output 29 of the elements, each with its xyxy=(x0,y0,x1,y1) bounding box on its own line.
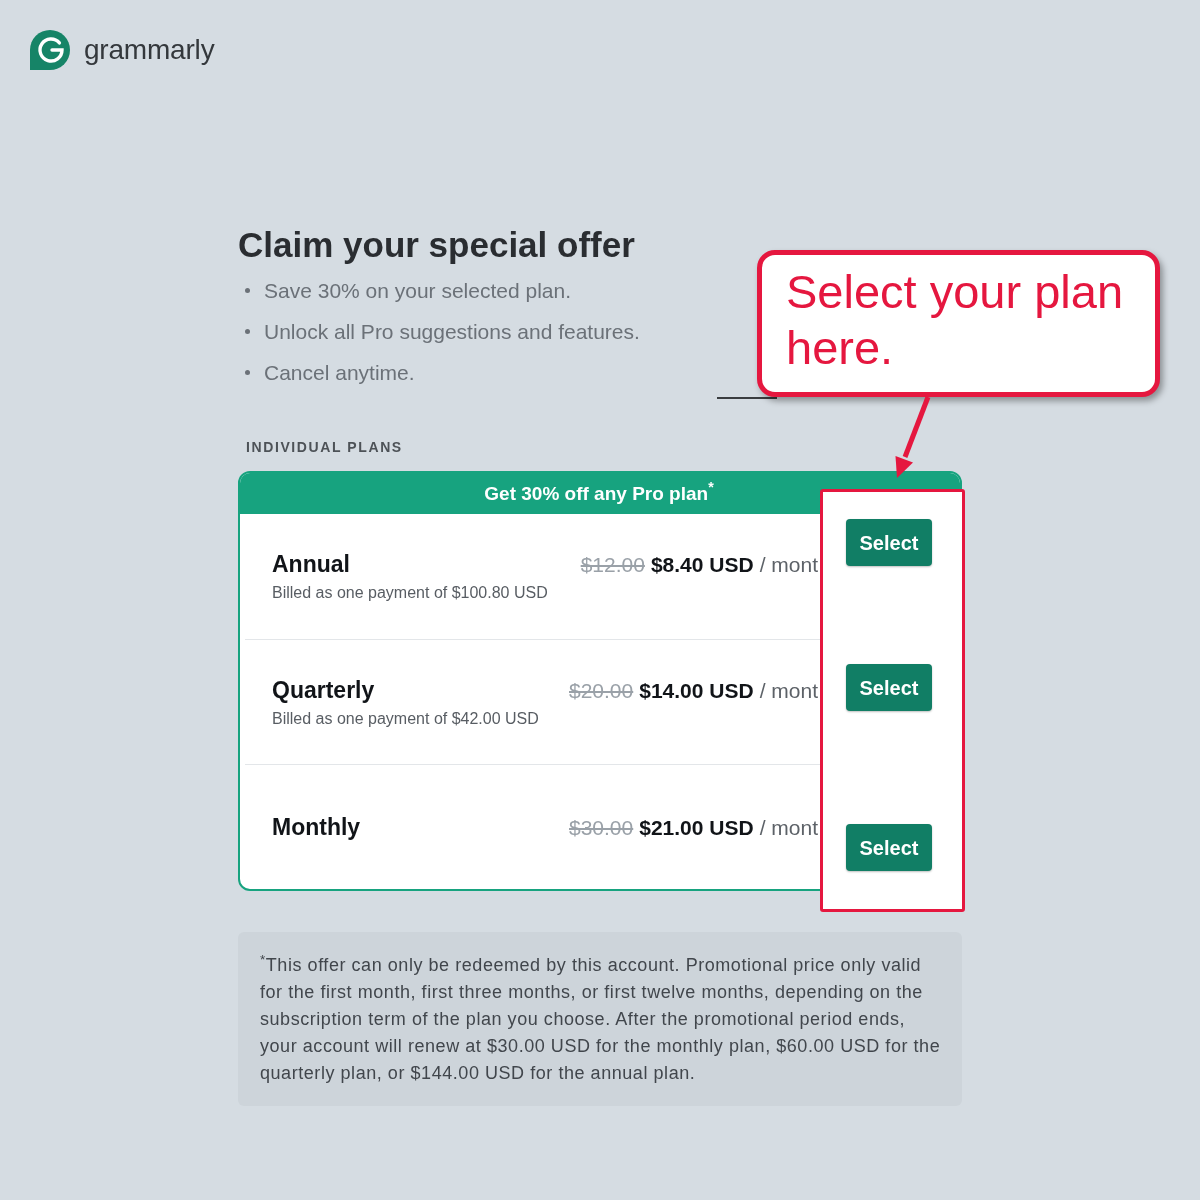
price-period: / mont xyxy=(759,677,818,704)
plan-name: Monthly xyxy=(272,813,361,841)
original-price: $12.00 xyxy=(580,552,645,578)
bullet-icon xyxy=(245,370,250,375)
price-period: / mont xyxy=(759,815,818,841)
plan-name: Quarterly xyxy=(272,675,375,704)
price-period: / mont xyxy=(759,552,818,578)
sale-price: $21.00 USD xyxy=(639,815,754,841)
benefit-text: Unlock all Pro suggestions and features. xyxy=(264,318,640,345)
bullet-icon xyxy=(245,329,250,334)
plan-name: Annual xyxy=(272,550,350,578)
select-button[interactable]: Select xyxy=(846,519,932,566)
bullet-icon xyxy=(245,288,250,293)
benefit-text: Cancel anytime. xyxy=(264,359,415,386)
footnote-text: $^{*}$This offer can only be redeemed by this account. Promotional price only valid for the first month, first three months, or first twelve months, depending on the subscription term of the plan you choose. After the promotional period ends, your account will renew at $30.00 USD for the monthly plan, $60.00 USD for the quarterly plan, or $144.00 USD for the annual plan. xyxy=(260,952,942,1085)
select-button[interactable]: Select xyxy=(846,824,932,871)
original-price: $20.00 xyxy=(569,677,634,704)
logo-icon xyxy=(30,30,70,70)
sale-price: $8.40 USD xyxy=(650,552,754,578)
callout-text: Select your plan here. xyxy=(786,264,1125,376)
brand-wordmark: grammarly xyxy=(84,34,215,66)
original-price: $30.00 xyxy=(569,815,634,841)
billing-note: Billed as one payment of $42.00 USD xyxy=(272,708,539,729)
benefit-text: Save 30% on your selected plan. xyxy=(264,277,572,304)
page-title: Claim your special offer xyxy=(238,225,635,265)
section-label: INDIVIDUAL PLANS xyxy=(246,438,403,457)
select-button[interactable]: Select xyxy=(846,664,932,711)
billing-note: Billed as one payment of $100.80 USD xyxy=(272,583,548,603)
sale-price: $14.00 USD xyxy=(639,677,754,704)
